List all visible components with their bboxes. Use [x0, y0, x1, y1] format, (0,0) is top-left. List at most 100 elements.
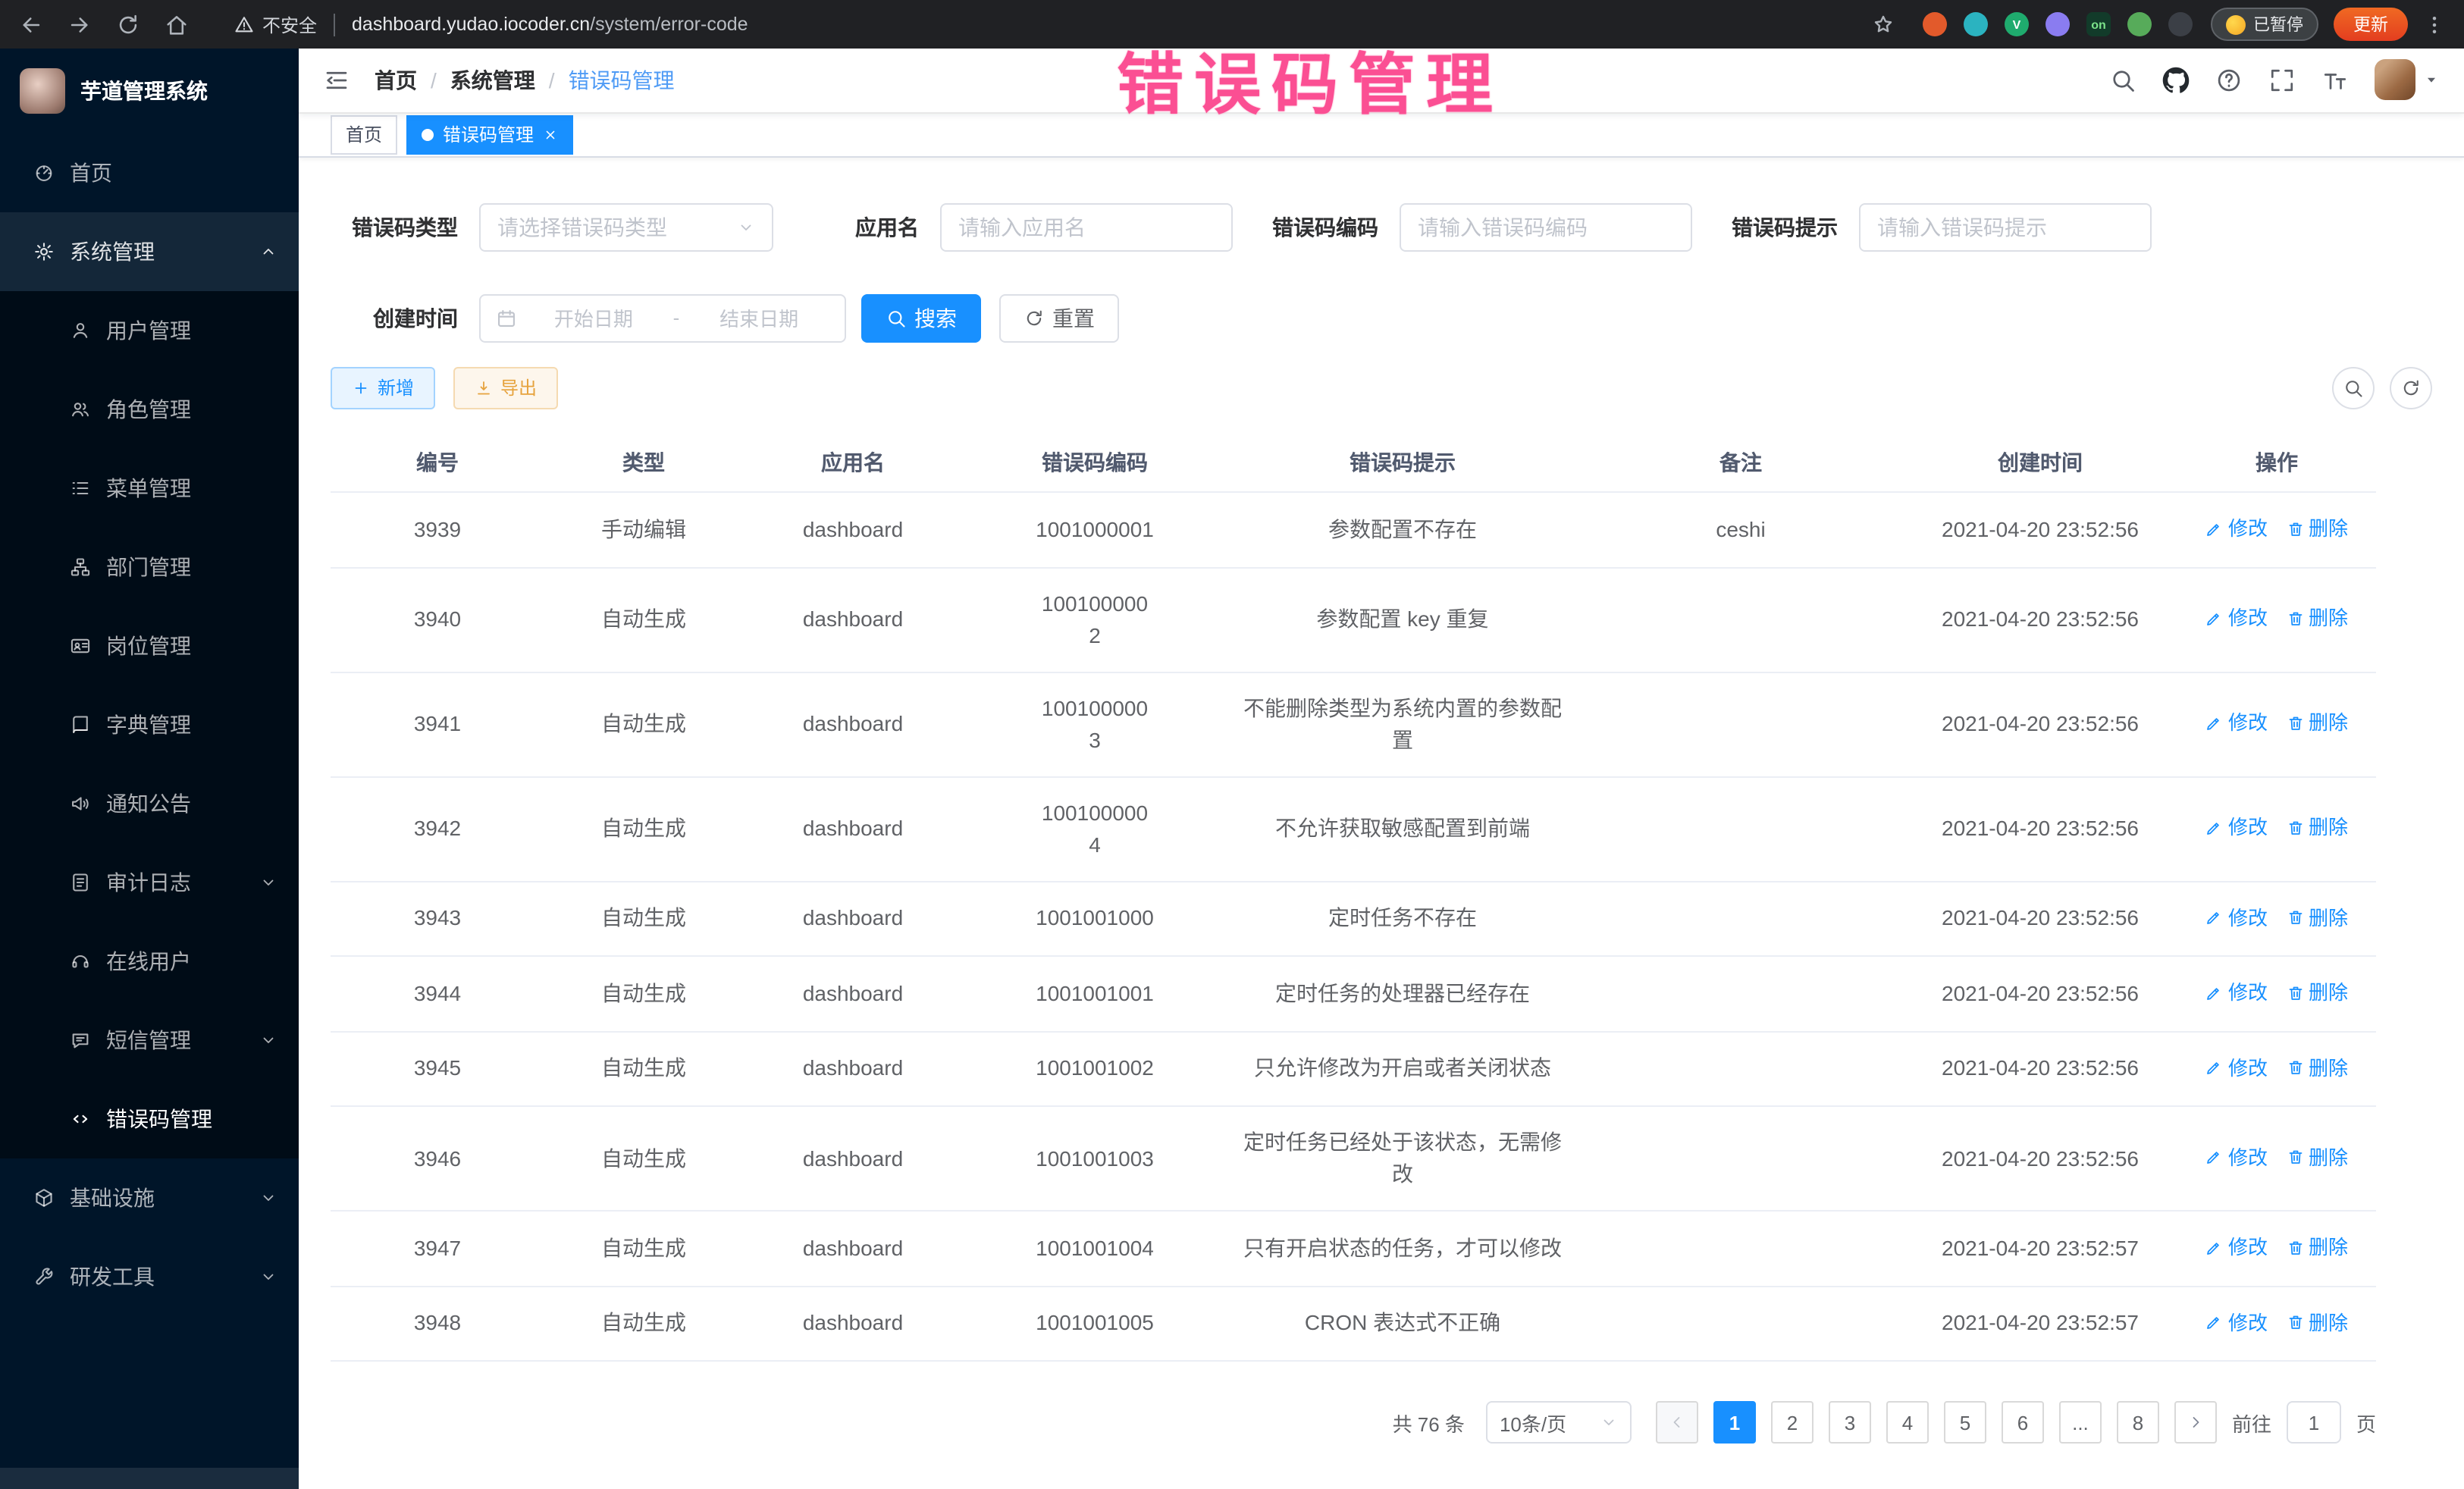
profile-paused-badge[interactable]: 已暂停	[2211, 8, 2318, 41]
error-type-select[interactable]: 请选择错误码类型	[479, 202, 773, 251]
browser-reload-icon[interactable]	[115, 11, 141, 37]
edit-label: 修改	[2228, 901, 2268, 933]
delete-link[interactable]: 删除	[2286, 603, 2348, 635]
caret-down-icon	[2423, 72, 2440, 89]
breadcrumb-item[interactable]: 首页	[375, 65, 417, 96]
page-button[interactable]: 2	[1771, 1401, 1814, 1444]
sidebar-item[interactable]: 通知公告	[0, 764, 299, 843]
question-icon[interactable]	[2215, 67, 2243, 94]
sidebar-item-label: 错误码管理	[106, 1104, 277, 1134]
fullscreen-icon[interactable]	[2268, 67, 2296, 94]
page-button[interactable]: 1	[1713, 1401, 1756, 1444]
browser-back-icon[interactable]	[18, 11, 44, 37]
cell-actions: 修改删除	[2177, 672, 2376, 776]
search-button[interactable]: 搜索	[861, 293, 981, 342]
close-icon[interactable]	[543, 127, 558, 142]
extension-orange-icon[interactable]	[1923, 12, 1947, 36]
sidebar-item[interactable]: 在线用户	[0, 922, 299, 1001]
page-button[interactable]: 5	[1944, 1401, 1986, 1444]
export-button[interactable]: 导出	[453, 366, 558, 409]
page-button[interactable]: 3	[1829, 1401, 1871, 1444]
edit-link[interactable]: 修改	[2205, 1142, 2268, 1174]
extension-purple-icon[interactable]	[2045, 12, 2070, 36]
github-icon[interactable]	[2162, 67, 2190, 94]
sidebar-item[interactable]: 字典管理	[0, 685, 299, 764]
delete-link[interactable]: 删除	[2286, 1142, 2348, 1174]
browser-home-icon[interactable]	[164, 11, 190, 37]
cell-type: 自动生成	[544, 1031, 743, 1106]
delete-link[interactable]: 删除	[2286, 812, 2348, 844]
tab-item[interactable]: 首页	[331, 114, 397, 154]
delete-link[interactable]: 删除	[2286, 1231, 2348, 1263]
search-icon[interactable]	[2109, 67, 2136, 94]
extension-on-badge-icon[interactable]: on	[2086, 12, 2111, 36]
jump-page-input[interactable]	[2287, 1401, 2341, 1444]
browser-update-button[interactable]: 更新	[2334, 8, 2408, 41]
sidebar-collapse-bar[interactable]	[0, 1468, 299, 1489]
edit-link[interactable]: 修改	[2205, 707, 2268, 739]
delete-link[interactable]: 删除	[2286, 1306, 2348, 1338]
cell-type: 自动生成	[544, 956, 743, 1031]
security-chip[interactable]: 不安全	[234, 11, 317, 37]
add-button[interactable]: 新增	[331, 366, 435, 409]
url-bar[interactable]: dashboard.yudao.iocoder.cn/system/error-…	[352, 14, 748, 35]
browser-forward-icon[interactable]	[67, 11, 92, 37]
page-button[interactable]: 6	[2002, 1401, 2044, 1444]
sidebar-item[interactable]: 部门管理	[0, 528, 299, 607]
sidebar-item[interactable]: 研发工具	[0, 1237, 299, 1316]
cell-code: 1001000001	[963, 492, 1227, 567]
page-button[interactable]: 8	[2117, 1401, 2159, 1444]
table-row: 3945自动生成dashboard1001001002只允许修改为开启或者关闭状…	[331, 1031, 2376, 1106]
edit-link[interactable]: 修改	[2205, 513, 2268, 544]
error-hint-input[interactable]	[1859, 202, 2152, 251]
edit-link[interactable]: 修改	[2205, 1306, 2268, 1338]
sidebar-item[interactable]: 审计日志	[0, 843, 299, 922]
extension-teal-icon[interactable]	[1964, 12, 1988, 36]
font-size-icon[interactable]	[2321, 67, 2349, 94]
breadcrumb-item[interactable]: 系统管理	[450, 65, 535, 96]
extension-green-check-icon[interactable]: V	[2005, 12, 2029, 36]
sidebar-item[interactable]: 首页	[0, 133, 299, 212]
sidebar-item[interactable]: 菜单管理	[0, 449, 299, 528]
edit-link[interactable]: 修改	[2205, 1231, 2268, 1263]
tab-active[interactable]: 错误码管理	[406, 114, 573, 154]
page-button[interactable]: 4	[1886, 1401, 1929, 1444]
app-logo-row[interactable]: 芋道管理系统	[0, 49, 299, 133]
delete-link[interactable]: 删除	[2286, 513, 2348, 544]
delete-link[interactable]: 删除	[2286, 976, 2348, 1008]
error-code-input[interactable]	[1400, 202, 1692, 251]
page-size-select[interactable]: 10条/页	[1486, 1401, 1632, 1444]
edit-link[interactable]: 修改	[2205, 812, 2268, 844]
sidebar-fold-icon[interactable]	[323, 67, 350, 94]
edit-link[interactable]: 修改	[2205, 901, 2268, 933]
user-menu[interactable]	[2375, 60, 2440, 101]
date-range-picker[interactable]: 开始日期 - 结束日期	[479, 293, 846, 342]
reset-button[interactable]: 重置	[999, 293, 1119, 342]
prev-page-button[interactable]	[1656, 1401, 1698, 1444]
toggle-search-button[interactable]	[2332, 366, 2375, 409]
delete-link[interactable]: 删除	[2286, 707, 2348, 739]
sidebar-item[interactable]: 基础设施	[0, 1158, 299, 1237]
refresh-table-button[interactable]	[2390, 366, 2432, 409]
sidebar-item[interactable]: 角色管理	[0, 370, 299, 449]
more-pages-button[interactable]: ...	[2059, 1401, 2102, 1444]
bookmark-star-icon[interactable]	[1871, 12, 1895, 36]
browser-menu-icon[interactable]	[2423, 13, 2446, 36]
sidebar-item[interactable]: 短信管理	[0, 1001, 299, 1080]
cell-actions: 修改删除	[2177, 1031, 2376, 1106]
extension-dark-icon[interactable]	[2168, 12, 2193, 36]
sidebar-item[interactable]: 错误码管理	[0, 1080, 299, 1158]
edit-link[interactable]: 修改	[2205, 603, 2268, 635]
org-icon	[70, 556, 91, 578]
sidebar-item[interactable]: 系统管理	[0, 212, 299, 291]
delete-link[interactable]: 删除	[2286, 1052, 2348, 1083]
edit-link[interactable]: 修改	[2205, 976, 2268, 1008]
extension-leaf-icon[interactable]	[2127, 12, 2152, 36]
sidebar-item[interactable]: 用户管理	[0, 291, 299, 370]
edit-link[interactable]: 修改	[2205, 1052, 2268, 1083]
app-name-input[interactable]	[940, 202, 1233, 251]
cell-id: 3948	[331, 1286, 544, 1361]
next-page-button[interactable]	[2174, 1401, 2217, 1444]
sidebar-item[interactable]: 岗位管理	[0, 607, 299, 685]
delete-link[interactable]: 删除	[2286, 901, 2348, 933]
